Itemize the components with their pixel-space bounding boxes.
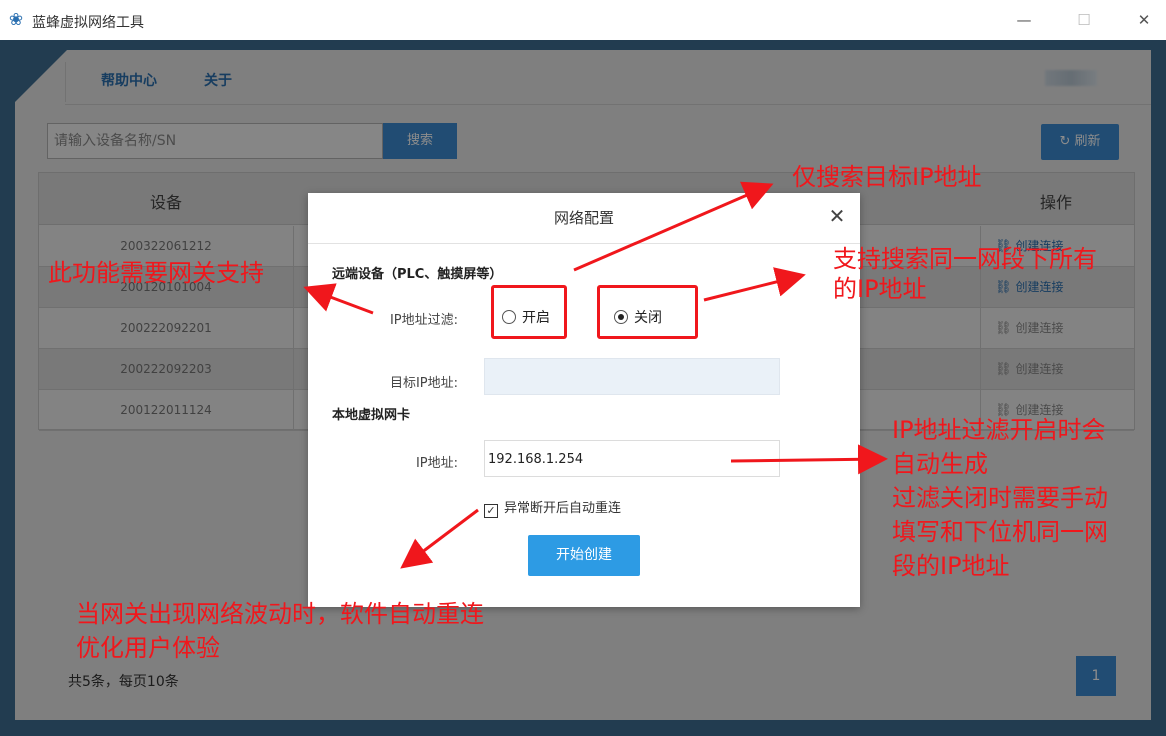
minimize-button[interactable]: — xyxy=(1012,8,1036,32)
annotation-search-all: 支持搜索同一网段下所有 的IP地址 xyxy=(833,244,1097,304)
start-create-button[interactable]: 开始创建 xyxy=(528,535,640,576)
auto-reconnect-label: 异常断开后自动重连 xyxy=(504,501,622,516)
annotation-reconnect-line1: 当网关出现网络波动时，软件自动重连 xyxy=(76,600,484,628)
ip-address-input[interactable]: 192.168.1.254 xyxy=(484,440,780,477)
auto-reconnect-checkbox[interactable]: ✓ 异常断开后自动重连 xyxy=(484,497,621,518)
highlight-box-off xyxy=(597,285,698,339)
annotation-search-target: 仅搜索目标IP地址 xyxy=(792,163,982,191)
bee-logo-icon: ❀ xyxy=(8,10,24,30)
dialog-title: 网络配置 xyxy=(308,193,860,244)
network-config-dialog: 网络配置 ✕ 远端设备（PLC、触摸屏等） IP地址过滤: 开启 关闭 目标IP… xyxy=(308,193,860,607)
annotation-ip-note-line5: 段的IP地址 xyxy=(892,552,1010,580)
annotation-reconnect-line2: 优化用户体验 xyxy=(76,634,220,662)
checkmark-icon: ✓ xyxy=(484,504,498,518)
title-bar: ❀ 蓝蜂虚拟网络工具 — ☐ ✕ xyxy=(0,0,1166,40)
target-ip-input[interactable] xyxy=(484,358,780,395)
local-section-title: 本地虚拟网卡 xyxy=(332,408,411,423)
annotation-reconnect: 当网关出现网络波动时，软件自动重连 优化用户体验 xyxy=(76,597,484,665)
ip-filter-label: IP地址过滤: xyxy=(389,313,458,328)
annotation-search-all-line2: 的IP地址 xyxy=(833,275,927,303)
annotation-ip-note-line1: IP地址过滤开启时会 xyxy=(892,416,1106,444)
highlight-box-on xyxy=(491,285,567,339)
annotation-ip-note-line4: 填写和下位机同一网 xyxy=(892,518,1108,546)
annotation-ip-note: IP地址过滤开启时会 自动生成 过滤关闭时需要手动 填写和下位机同一网 段的IP… xyxy=(892,413,1108,583)
window-title: 蓝蜂虚拟网络工具 xyxy=(32,15,144,31)
annotation-search-all-line1: 支持搜索同一网段下所有 xyxy=(833,245,1097,273)
target-ip-label: 目标IP地址: xyxy=(389,376,458,391)
maximize-button[interactable]: ☐ xyxy=(1072,8,1096,32)
ip-label: IP地址: xyxy=(415,456,458,471)
annotation-ip-note-line3: 过滤关闭时需要手动 xyxy=(892,484,1108,512)
annotation-ip-note-line2: 自动生成 xyxy=(892,450,988,478)
close-window-button[interactable]: ✕ xyxy=(1132,8,1156,32)
annotation-gateway-support: 此功能需要网关支持 xyxy=(48,259,264,287)
close-icon[interactable]: ✕ xyxy=(826,205,848,227)
remote-section-title: 远端设备（PLC、触摸屏等） xyxy=(332,267,503,282)
